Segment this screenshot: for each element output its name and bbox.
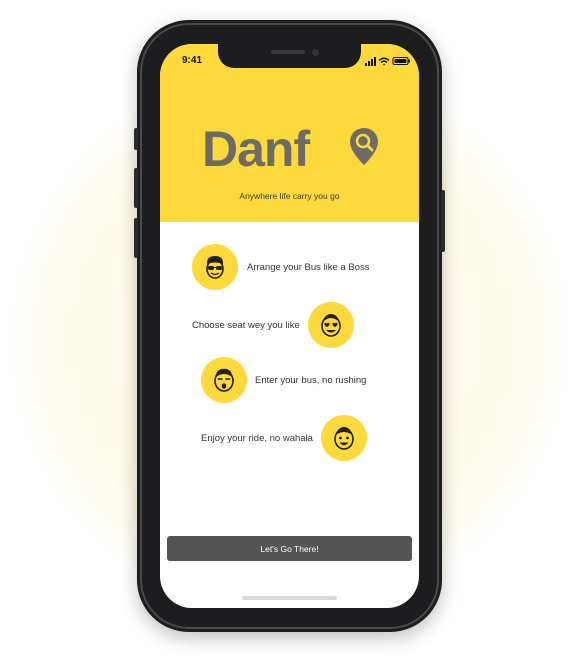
smiling-face-icon (334, 427, 354, 450)
volume-up-button (134, 168, 138, 208)
feature-row: Enter your bus, no rushing (201, 357, 366, 403)
app-screen: 9:41 Danf Anywhere life carry you go Arr… (160, 44, 419, 608)
avatar (192, 244, 238, 290)
feature-text: Enjoy your ride, no wahala (201, 432, 313, 444)
brand-logo-text: Danf (202, 121, 310, 177)
home-indicator (242, 596, 337, 600)
location-pin-icon (350, 128, 378, 165)
heart-eyes-face-icon (320, 314, 341, 337)
surprised-face-icon (214, 368, 234, 392)
feature-text: Choose seat wey you like (192, 319, 300, 331)
front-camera (312, 49, 319, 56)
feature-text: Enter your bus, no rushing (255, 374, 367, 386)
header-banner: 9:41 Danf Anywhere life carry you go (160, 44, 419, 222)
status-icons (365, 57, 410, 66)
signal-icon (365, 57, 376, 66)
volume-down-button (134, 218, 138, 258)
tagline: Anywhere life carry you go (239, 191, 340, 201)
wifi-icon (378, 57, 390, 66)
feature-row: Arrange your Bus like a Boss (192, 244, 370, 290)
feature-row: Enjoy your ride, no wahala (201, 415, 367, 461)
sunglasses-face-icon (206, 256, 224, 279)
feature-row: Choose seat wey you like (192, 302, 354, 348)
notch (218, 44, 361, 68)
avatar (201, 357, 247, 403)
status-time: 9:41 (182, 55, 203, 66)
feature-text: Arrange your Bus like a Boss (247, 261, 370, 273)
speaker (271, 50, 305, 54)
mute-switch (134, 128, 138, 150)
avatar (307, 302, 354, 348)
battery-icon (392, 57, 410, 65)
avatar (320, 415, 367, 461)
power-button (441, 190, 445, 252)
lets-go-button[interactable]: Let's Go There! (167, 536, 412, 561)
